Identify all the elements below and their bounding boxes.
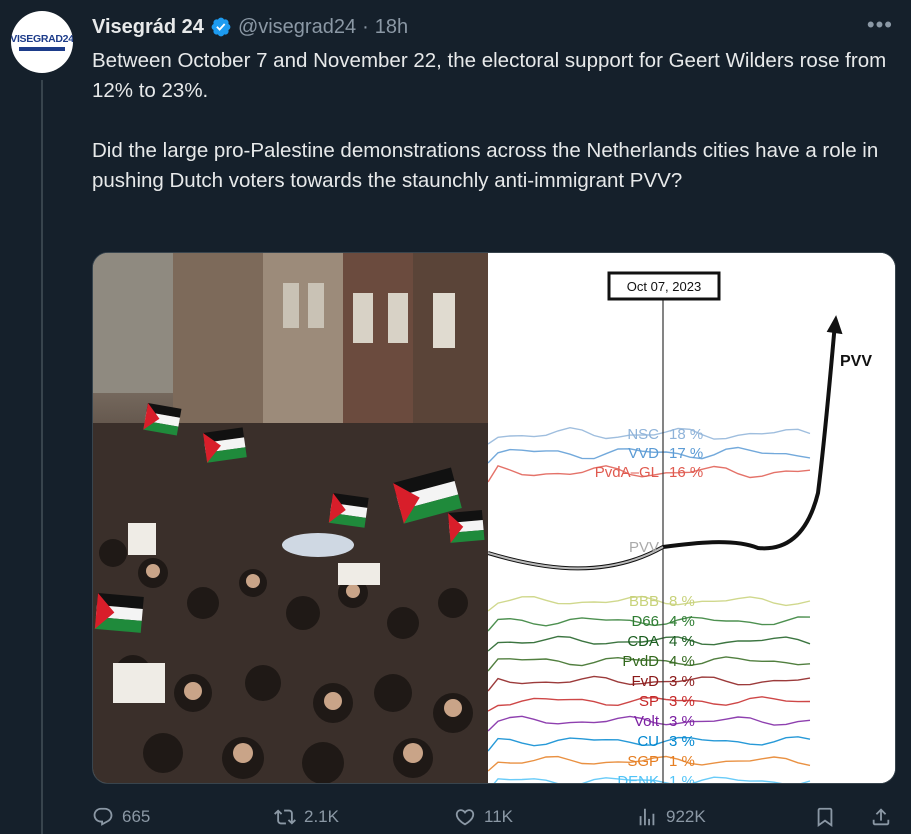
share-icon xyxy=(872,808,890,826)
polling-chart[interactable]: Oct 07, 2023 PVV NSC 18 % VVD 17 % PvdA–GL 16… xyxy=(488,253,895,784)
verified-badge-icon xyxy=(211,17,231,37)
like-icon xyxy=(455,809,475,826)
author-handle[interactable]: @visegrad24 xyxy=(238,16,356,39)
author-name[interactable]: Visegrád 24 xyxy=(92,16,204,39)
series-label-cu: CU xyxy=(637,733,659,750)
thread-line xyxy=(41,80,43,834)
series-value-pvdd: 4 % xyxy=(669,653,695,670)
views-button[interactable]: 922K xyxy=(636,800,706,834)
series-label-vvd: VVD xyxy=(628,445,659,462)
reply-button[interactable]: 665 xyxy=(92,800,150,834)
share-button[interactable] xyxy=(870,800,892,834)
protest-photo[interactable] xyxy=(93,253,488,783)
series-label-sp: SP xyxy=(639,693,659,710)
separator-dot: · xyxy=(362,15,369,38)
series-value-cu: 3 % xyxy=(669,733,695,750)
reply-count: 665 xyxy=(122,807,151,826)
views-icon xyxy=(639,808,655,826)
series-value-nsc: 18 % xyxy=(669,426,703,443)
series-value-denk: 1 % xyxy=(669,773,695,784)
like-button[interactable]: 11K xyxy=(454,800,513,834)
retweet-icon xyxy=(274,809,296,825)
views-count: 922K xyxy=(666,807,706,826)
action-bar: 665 2.1K 11K 922K xyxy=(92,800,902,834)
series-label-cda: CDA xyxy=(627,633,659,650)
repost-count: 2.1K xyxy=(304,807,339,826)
series-label-bbb: BBB xyxy=(629,593,659,610)
tweet-media[interactable]: Oct 07, 2023 PVV NSC 18 % VVD 17 % PvdA–GL 16… xyxy=(92,252,896,784)
avatar-logo-bar xyxy=(19,47,65,51)
series-label-volt: Volt xyxy=(634,713,660,730)
series-value-sp: 3 % xyxy=(669,693,695,710)
date-label: Oct 07, 2023 xyxy=(627,279,701,294)
series-label-pvv: PVV xyxy=(629,539,659,556)
repost-button[interactable]: 2.1K xyxy=(274,800,339,834)
more-icon[interactable]: ••• xyxy=(867,14,893,36)
tweet-paragraph-2: Did the large pro-Palestine demonstratio… xyxy=(92,139,879,192)
tweet-header: Visegrád 24 @visegrad24 · 18h xyxy=(92,12,408,42)
reply-icon xyxy=(93,807,113,826)
series-label-nsc: NSC xyxy=(627,426,659,443)
bookmark-icon xyxy=(817,807,833,828)
series-value-sgp: 1 % xyxy=(669,753,695,770)
tweet-time[interactable]: 18h xyxy=(375,16,408,39)
protest-photo-art xyxy=(93,253,488,783)
series-label-d66: D66 xyxy=(631,613,659,630)
series-label-pvda-gl: PvdA–GL xyxy=(595,464,659,481)
polling-chart-svg: Oct 07, 2023 PVV NSC 18 % VVD 17 % PvdA–GL 16… xyxy=(488,253,895,784)
avatar[interactable]: VISEGRAD24 xyxy=(11,11,73,73)
bookmark-button[interactable] xyxy=(814,800,836,834)
series-value-volt: 3 % xyxy=(669,713,695,730)
series-value-cda: 4 % xyxy=(669,633,695,650)
pvv-top-label: PVV xyxy=(840,353,872,370)
tweet-text: Between October 7 and November 22, the e… xyxy=(92,46,892,196)
series-label-sgp: SGP xyxy=(627,753,659,770)
series-value-bbb: 8 % xyxy=(669,593,695,610)
series-label-pvdd: PvdD xyxy=(622,653,659,670)
series-label-denk: DENK xyxy=(617,773,659,784)
series-value-fvd: 3 % xyxy=(669,673,695,690)
avatar-logo-text: VISEGRAD24 xyxy=(11,33,73,45)
tweet-paragraph-1: Between October 7 and November 22, the e… xyxy=(92,49,887,102)
like-count: 11K xyxy=(484,807,513,826)
series-value-pvda-gl: 16 % xyxy=(669,464,703,481)
series-value-d66: 4 % xyxy=(669,613,695,630)
series-value-vvd: 17 % xyxy=(669,445,703,462)
series-label-fvd: FvD xyxy=(632,673,660,690)
